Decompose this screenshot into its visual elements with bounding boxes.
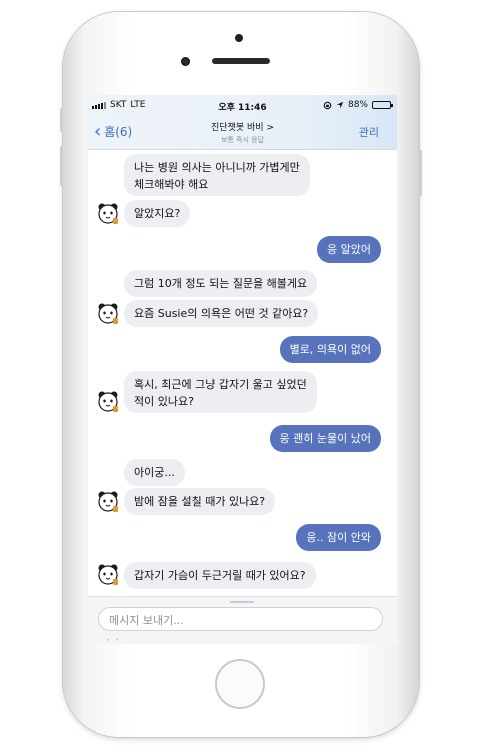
front-camera (181, 57, 190, 66)
message-text: 응 알았어 (327, 243, 371, 256)
message-bubble-user: 응 괜히 눈물이 났어 (269, 425, 381, 452)
message-line: 나는 병원 의사는 아니니까 가볍게만 (134, 161, 300, 174)
message-bubble: 갑자기 가슴이 두근거릴 때가 있어요? (124, 562, 316, 589)
camera-dot (235, 34, 243, 42)
chat-header: ‹ 홈(6) 진단챗봇 바비 > 보통 즉시 응답 관리 (88, 115, 397, 150)
message-text: 응.. 잠이 안와 (306, 531, 371, 544)
bot-avatar-icon (98, 491, 118, 512)
bot-avatar-icon (98, 303, 118, 324)
message-bubble: 아이궁... (124, 459, 185, 486)
message-text: 알았지요? (134, 207, 181, 220)
message-text: 그럼 10개 정도 되는 질문을 해볼게요 (134, 277, 308, 290)
message-text: 응 괜히 눈물이 났어 (279, 432, 371, 445)
bot-avatar-icon (98, 391, 118, 412)
earpiece-speaker (212, 58, 270, 64)
message-bubble-user: 응 알았어 (317, 236, 381, 263)
chat-title[interactable]: 진단챗봇 바비 > 보통 즉시 응답 (88, 120, 397, 145)
drag-handle[interactable] (230, 601, 254, 603)
home-button[interactable] (215, 659, 265, 709)
message-line: 체크해봐야 해요 (134, 178, 209, 191)
message-bubble: 알았지요? (124, 200, 191, 227)
chevron-right-icon: > (266, 123, 274, 133)
manage-button[interactable]: 관리 (359, 124, 379, 140)
message-bubble: 밤에 잠을 설칠 때가 있나요? (124, 488, 276, 515)
message-bubble-user: 응.. 잠이 안와 (296, 524, 381, 551)
message-bubble: 혹시, 최근에 그냥 갑자기 울고 싶었던 적이 있나요? (124, 371, 317, 413)
message-text: 갑자기 가슴이 두근거릴 때가 있어요? (134, 569, 306, 582)
message-text: 밤에 잠을 설칠 때가 있나요? (134, 495, 266, 508)
side-button (419, 150, 422, 196)
phone-screen: SKT LTE 오후 11:46 88% ‹ 홈(6) 진단챗봇 바비 > 보통… (88, 95, 397, 644)
response-subtitle: 보통 즉시 응답 (220, 136, 265, 144)
bot-name: 진단챗봇 바비 (211, 123, 264, 133)
message-text: 아이궁... (134, 466, 175, 479)
battery-percent: 88% (347, 100, 368, 110)
message-input[interactable]: 메시지 보내기... (98, 607, 383, 631)
battery-icon (372, 101, 393, 109)
message-bubble: 요즘 Susie의 의욕은 어떤 것 같아요? (124, 300, 319, 327)
message-text: 요즘 Susie의 의욕은 어떤 것 같아요? (134, 307, 309, 320)
location-icon (336, 101, 344, 109)
status-bar: SKT LTE 오후 11:46 88% (88, 95, 397, 115)
message-list[interactable]: 나는 병원 의사는 아니니까 가볍게만 체크해봐야 해요 알았지요? 응 알았어… (88, 150, 397, 596)
volume-up-button (60, 108, 63, 132)
composer: 메시지 보내기... • • (88, 596, 397, 644)
message-bubble-user: 별로, 의욕이 없어 (279, 336, 381, 363)
volume-down-button (60, 146, 63, 186)
message-line: 혹시, 최근에 그냥 갑자기 울고 싶었던 (134, 378, 307, 391)
message-bubble: 나는 병원 의사는 아니니까 가볍게만 체크해봐야 해요 (124, 154, 310, 196)
suggestion-dots: • • (106, 637, 121, 644)
bot-avatar-icon (98, 564, 118, 585)
status-right: 88% (323, 100, 393, 110)
message-bubble: 그럼 10개 정도 되는 질문을 해볼게요 (124, 270, 318, 297)
message-text: 별로, 의욕이 없어 (289, 343, 371, 356)
bot-avatar-icon (98, 203, 118, 224)
rotation-lock-icon (323, 101, 332, 109)
message-line: 적이 있나요? (134, 395, 194, 408)
